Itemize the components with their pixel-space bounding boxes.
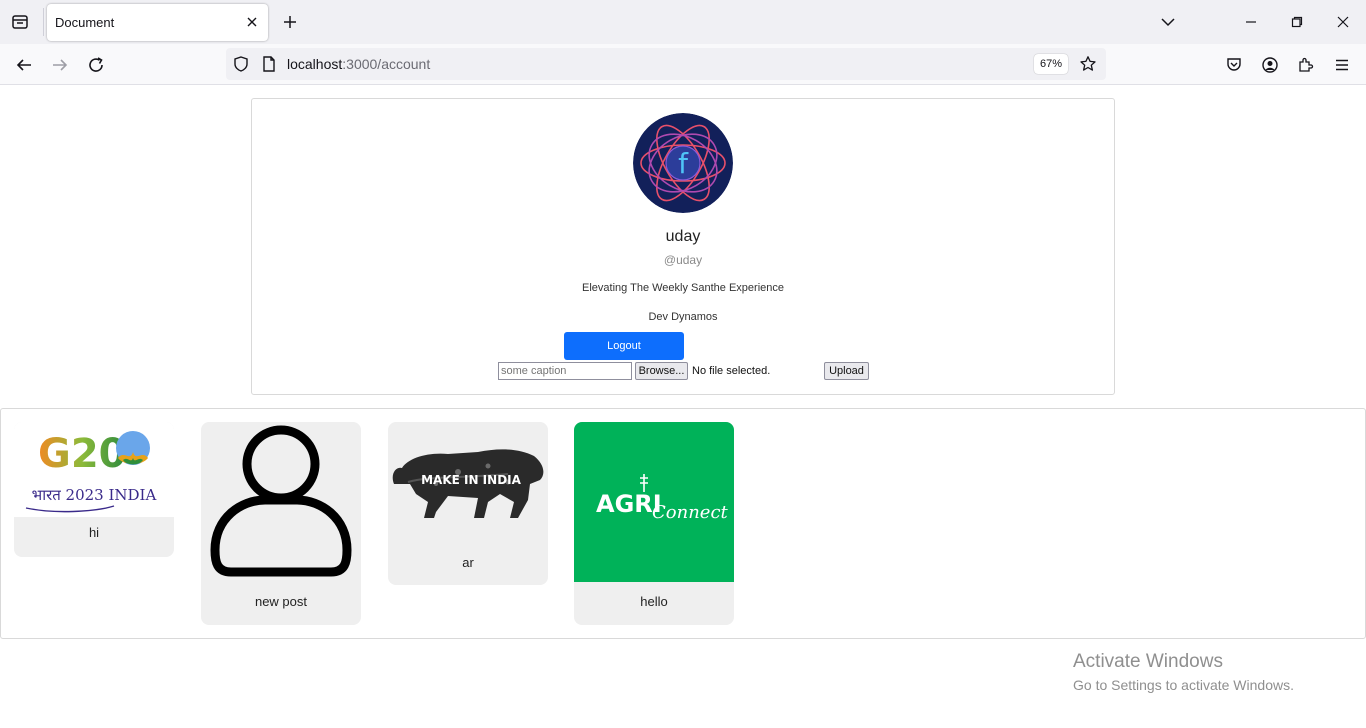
connect-text: Connect (652, 502, 729, 523)
caption-input[interactable] (498, 362, 632, 380)
profile-card: f uday @uday Elevating The Weekly Santhe… (251, 98, 1115, 395)
watermark-title: Activate Windows (1073, 651, 1223, 672)
zoom-level-badge[interactable]: 67% (1034, 54, 1069, 74)
firefox-view-icon[interactable] (8, 10, 32, 34)
extensions-icon[interactable] (1294, 53, 1318, 77)
browse-file-button[interactable]: Browse... (635, 362, 688, 380)
bookmark-star-icon[interactable] (1078, 54, 1098, 74)
tab-strip: Document (0, 0, 1366, 44)
post-card[interactable]: G20 भारत 2023 INDIA hi (14, 422, 174, 557)
close-tab-icon[interactable] (244, 14, 260, 30)
url-bar[interactable]: localhost:3000/account 67% (226, 48, 1106, 80)
post-caption: hello (640, 594, 668, 609)
post-card[interactable]: new post (201, 422, 361, 625)
post-image-agri-connect: AGRI Connect (574, 422, 734, 582)
new-tab-icon[interactable] (280, 12, 300, 32)
user-handle: @uday (663, 253, 703, 267)
post-card[interactable]: AGRI Connect hello (574, 422, 734, 625)
menu-icon[interactable] (1330, 53, 1354, 77)
user-outline-icon (201, 422, 361, 582)
post-image-make-in-india: MAKE IN INDIA (388, 422, 548, 542)
reload-icon[interactable] (84, 53, 108, 77)
avatar: f (633, 113, 733, 213)
make-in-india-text: MAKE IN INDIA (421, 473, 522, 487)
logout-button[interactable]: Logout (564, 332, 684, 360)
post-caption: ar (462, 555, 474, 570)
account-icon[interactable] (1258, 53, 1282, 77)
username: uday (665, 228, 701, 245)
shield-icon[interactable] (232, 55, 250, 73)
close-window-icon[interactable] (1333, 12, 1353, 32)
tab-title: Document (55, 15, 115, 30)
url-text[interactable]: localhost:3000/account (287, 56, 430, 72)
restore-icon[interactable] (1287, 12, 1307, 32)
activation-watermark: Activate Windows Go to Settings to activ… (1073, 651, 1294, 693)
post-card[interactable]: MAKE IN INDIA ar (388, 422, 548, 585)
profile-tagline: Elevating The Weekly Santhe Experience (582, 282, 784, 294)
posts-grid: G20 भारत 2023 INDIA hi new post MAKE IN … (0, 408, 1366, 639)
pocket-icon[interactable] (1222, 53, 1246, 77)
upload-button[interactable]: Upload (824, 362, 869, 380)
back-icon[interactable] (12, 53, 36, 77)
chevron-down-icon[interactable] (1158, 12, 1178, 32)
post-image-g20: G20 भारत 2023 INDIA (14, 422, 174, 517)
minimize-icon[interactable] (1241, 12, 1261, 32)
tab-document[interactable]: Document (47, 4, 268, 41)
page-icon[interactable] (260, 55, 278, 73)
forward-icon[interactable] (48, 53, 72, 77)
team-name: Dev Dynamos (648, 311, 718, 323)
g20-text: G20 (38, 431, 127, 477)
avatar-letter: f (678, 147, 689, 180)
post-caption: new post (254, 594, 308, 609)
file-status-text: No file selected. (692, 365, 771, 377)
navigation-bar: localhost:3000/account 67% (0, 44, 1366, 85)
tab-separator (43, 8, 44, 36)
watermark-subtitle: Go to Settings to activate Windows. (1073, 677, 1294, 693)
post-caption: hi (88, 525, 100, 540)
bharat-india-text: भारत 2023 INDIA (32, 486, 157, 504)
